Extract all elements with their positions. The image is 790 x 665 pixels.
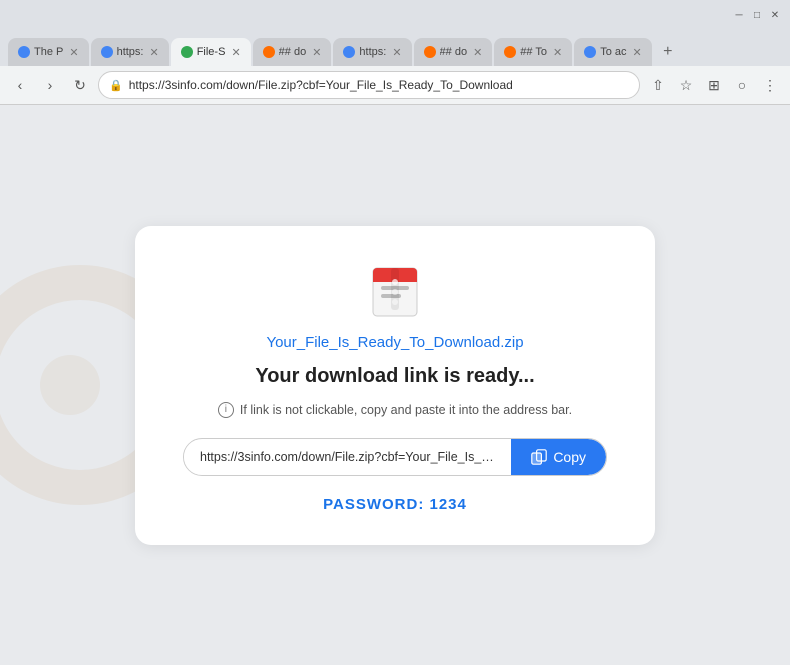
hint-text: If link is not clickable, copy and paste… — [240, 403, 572, 417]
tab-7-favicon — [504, 46, 516, 58]
info-icon: i — [218, 402, 234, 418]
tab-6-close[interactable]: ✕ — [473, 46, 482, 59]
tab-7-close[interactable]: ✕ — [553, 46, 562, 59]
address-text: https://3sinfo.com/down/File.zip?cbf=You… — [129, 78, 513, 92]
tab-2-close[interactable]: ✕ — [149, 46, 158, 59]
window-controls: ─ □ ✕ — [732, 8, 782, 22]
tab-1-close[interactable]: ✕ — [69, 46, 78, 59]
new-tab-button[interactable]: + — [654, 38, 682, 66]
tab-8[interactable]: To ac ✕ — [574, 38, 652, 66]
tab-5-close[interactable]: ✕ — [392, 46, 401, 59]
profile-button[interactable]: ○ — [730, 73, 754, 97]
file-icon — [365, 262, 425, 322]
watermark-lens — [40, 355, 100, 415]
tab-5-favicon — [343, 46, 355, 58]
tab-2[interactable]: https: ✕ — [91, 38, 169, 66]
grid-button[interactable]: ⊞ — [702, 73, 726, 97]
tab-3-close[interactable]: ✕ — [231, 46, 240, 59]
tab-4-favicon — [263, 46, 275, 58]
hint-row: i If link is not clickable, copy and pas… — [218, 402, 572, 418]
tab-3-favicon — [181, 46, 193, 58]
tab-6-favicon — [424, 46, 436, 58]
tab-8-favicon — [584, 46, 596, 58]
tab-5[interactable]: https: ✕ — [333, 38, 411, 66]
password-text: PASSWORD: 1234 — [323, 496, 467, 513]
tab-bar: The P ✕ https: ✕ File-S ✕ ## do ✕ https:… — [0, 30, 790, 66]
copy-label: Copy — [553, 449, 586, 465]
toolbar-right: ⇧ ☆ ⊞ ○ ⋮ — [646, 73, 782, 97]
minimize-button[interactable]: ─ — [732, 8, 746, 22]
url-text[interactable]: https://3sinfo.com/down/File.zip?cbf=You… — [184, 440, 511, 474]
tab-1-favicon — [18, 46, 30, 58]
address-input[interactable]: 🔒 https://3sinfo.com/down/File.zip?cbf=Y… — [98, 71, 640, 99]
tab-1[interactable]: The P ✕ — [8, 38, 89, 66]
file-name[interactable]: Your_File_Is_Ready_To_Download.zip — [266, 334, 523, 351]
tab-6[interactable]: ## do ✕ — [414, 38, 493, 66]
browser-frame: ─ □ ✕ The P ✕ https: ✕ File-S ✕ ## do ✕ — [0, 0, 790, 105]
download-card: Your_File_Is_Ready_To_Download.zip Your … — [135, 226, 655, 545]
maximize-button[interactable]: □ — [750, 8, 764, 22]
tab-2-label: https: — [117, 46, 144, 58]
page-content: PCrisk.com Your_File_Is_Ready_To_Downloa… — [0, 105, 790, 665]
forward-button[interactable]: › — [38, 73, 62, 97]
title-bar: ─ □ ✕ — [0, 0, 790, 30]
menu-button[interactable]: ⋮ — [758, 73, 782, 97]
tab-7-label: ## To — [520, 46, 547, 58]
tab-4-close[interactable]: ✕ — [312, 46, 321, 59]
close-button[interactable]: ✕ — [768, 8, 782, 22]
tab-8-close[interactable]: ✕ — [633, 46, 642, 59]
ready-title: Your download link is ready... — [255, 365, 534, 388]
tab-6-label: ## do — [440, 46, 468, 58]
copy-icon — [531, 449, 547, 465]
bookmark-button[interactable]: ☆ — [674, 73, 698, 97]
lock-icon: 🔒 — [109, 79, 123, 92]
url-box: https://3sinfo.com/down/File.zip?cbf=You… — [183, 438, 607, 476]
back-button[interactable]: ‹ — [8, 73, 32, 97]
tab-4[interactable]: ## do ✕ — [253, 38, 332, 66]
tab-5-label: https: — [359, 46, 386, 58]
copy-button[interactable]: Copy — [511, 439, 606, 475]
reload-button[interactable]: ↻ — [68, 73, 92, 97]
tab-4-label: ## do — [279, 46, 307, 58]
tab-3[interactable]: File-S ✕ — [171, 38, 251, 66]
tab-7[interactable]: ## To ✕ — [494, 38, 572, 66]
address-bar-row: ‹ › ↻ 🔒 https://3sinfo.com/down/File.zip… — [0, 66, 790, 104]
tab-8-label: To ac — [600, 46, 626, 58]
share-button[interactable]: ⇧ — [646, 73, 670, 97]
tab-1-label: The P — [34, 46, 63, 58]
tab-3-label: File-S — [197, 46, 226, 58]
tab-2-favicon — [101, 46, 113, 58]
